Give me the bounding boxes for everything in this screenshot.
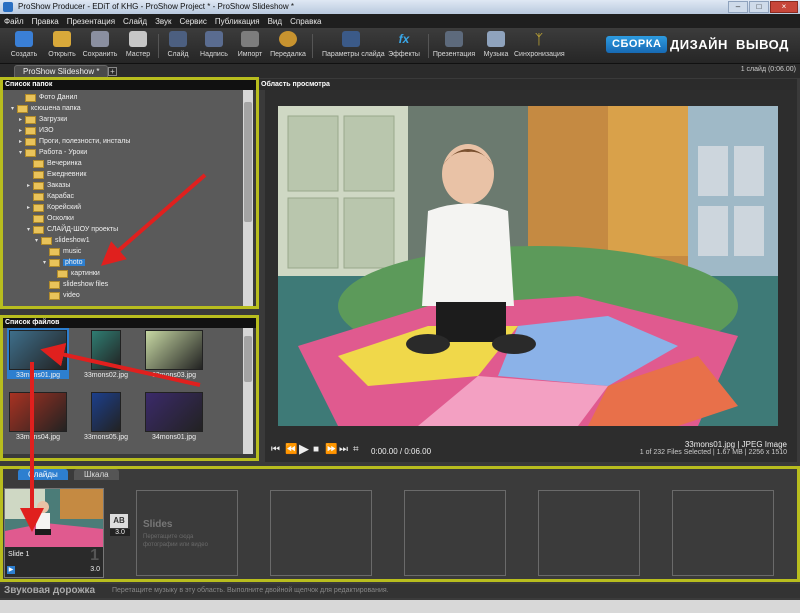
file-name: 33mons01.jpg (684, 440, 736, 449)
menu-help[interactable]: Справка (290, 17, 321, 26)
first-frame-button[interactable]: ⏮ (271, 444, 280, 455)
playback-controls: ⏮ ⏪ ▶ ■ ⏩ ⏭ ⌗ 0:00.00 / 0:06.00 33mons01… (265, 440, 797, 462)
menu-slide[interactable]: Слайд (123, 17, 147, 26)
slide-options-button[interactable]: Параметры слайда (322, 30, 385, 62)
file-panel-highlight (0, 315, 259, 461)
sync-icon: ᛉ (534, 31, 544, 47)
fullscreen-icon[interactable]: ⌗ (353, 444, 359, 455)
soundtrack-hint: Перетащите музыку в эту область. Выполни… (112, 587, 389, 594)
slide-button[interactable]: Слайд (158, 30, 198, 62)
effects-button[interactable]: fx Эффекты (384, 30, 424, 62)
import-icon (241, 31, 259, 47)
preview-area: ⏮ ⏪ ▶ ■ ⏩ ⏭ ⌗ 0:00.00 / 0:06.00 33mons01… (265, 90, 797, 462)
import-button[interactable]: Импорт (230, 30, 270, 62)
toolbar: Создать Открыть Сохранить Мастер Слайд Н… (0, 28, 800, 64)
show-options-button[interactable]: Презентация (432, 30, 476, 62)
fx-icon: fx (398, 32, 410, 46)
new-icon (15, 31, 33, 47)
caption-button[interactable]: Надпись (194, 30, 234, 62)
folder-panel-highlight (0, 77, 259, 309)
wizard-icon (129, 31, 147, 47)
minimize-button[interactable]: – (728, 1, 748, 13)
mode-design[interactable]: ДИЗАЙН (670, 36, 728, 53)
file-type: JPEG Image (741, 440, 787, 449)
menu-audio[interactable]: Звук (155, 17, 171, 26)
save-icon (91, 31, 109, 47)
window-title: ProShow Producer - EDiT of KHG - ProShow… (18, 2, 294, 11)
mode-build[interactable]: СБОРКА (606, 36, 668, 53)
menu-view[interactable]: Вид (268, 17, 282, 26)
caption-icon (205, 31, 223, 47)
menu-show[interactable]: Презентация (67, 17, 115, 26)
file-info: 33mons01.jpg | JPEG Image 1 of 232 Files… (639, 440, 787, 456)
title-bar: ProShow Producer - EDiT of KHG - ProShow… (0, 0, 800, 14)
file-details: 1 of 232 Files Selected | 1.67 MB | 2256… (639, 449, 787, 456)
new-button[interactable]: Создать (4, 30, 44, 62)
last-frame-button[interactable]: ⏭ (339, 444, 348, 455)
remix-button[interactable]: Передалка (268, 30, 308, 62)
rewind-button[interactable]: ⏪ (285, 444, 297, 455)
menu-edit[interactable]: Правка (32, 17, 59, 26)
maximize-button[interactable]: □ (749, 1, 769, 13)
remix-icon (279, 31, 297, 47)
fast-forward-button[interactable]: ⏩ (325, 444, 337, 455)
soundtrack-bar[interactable]: Звуковая дорожка Перетащите музыку в эту… (0, 584, 800, 598)
mode-publish[interactable]: ВЫВОД (736, 36, 789, 53)
window-controls: – □ × (728, 1, 798, 13)
sync-button[interactable]: ᛉ Синхронизация (514, 30, 565, 62)
close-button[interactable]: × (770, 1, 798, 13)
preview-header: Область просмотра (259, 79, 797, 90)
add-show-button[interactable]: + (108, 67, 117, 76)
menu-bar: Файл Правка Презентация Слайд Звук Серви… (0, 14, 800, 28)
slide-list-highlight (0, 466, 800, 582)
show-tab-row: ProShow Slideshow * + 1 слайд (0:06.00) (0, 64, 800, 78)
play-button[interactable]: ▶ (299, 441, 309, 457)
menu-publish[interactable]: Публикация (215, 17, 260, 26)
wizard-button[interactable]: Мастер (118, 30, 158, 62)
slide-options-icon (342, 31, 360, 47)
preview-image (278, 106, 778, 426)
stop-button[interactable]: ■ (313, 444, 319, 455)
time-readout: 0:00.00 / 0:06.00 (371, 447, 432, 456)
status-bar (0, 600, 800, 613)
music-button[interactable]: Музыка (476, 30, 516, 62)
slide-count: 1 слайд (0:06.00) (740, 66, 796, 73)
soundtrack-label: Звуковая дорожка (4, 585, 96, 596)
save-button[interactable]: Сохранить (80, 30, 120, 62)
folder-open-icon (53, 31, 71, 47)
app-icon (3, 2, 13, 12)
menu-file[interactable]: Файл (4, 17, 24, 26)
show-options-icon (445, 31, 463, 47)
open-button[interactable]: Открыть (42, 30, 82, 62)
menu-tools[interactable]: Сервис (179, 17, 206, 26)
speaker-icon (487, 31, 505, 47)
slide-icon (169, 31, 187, 47)
